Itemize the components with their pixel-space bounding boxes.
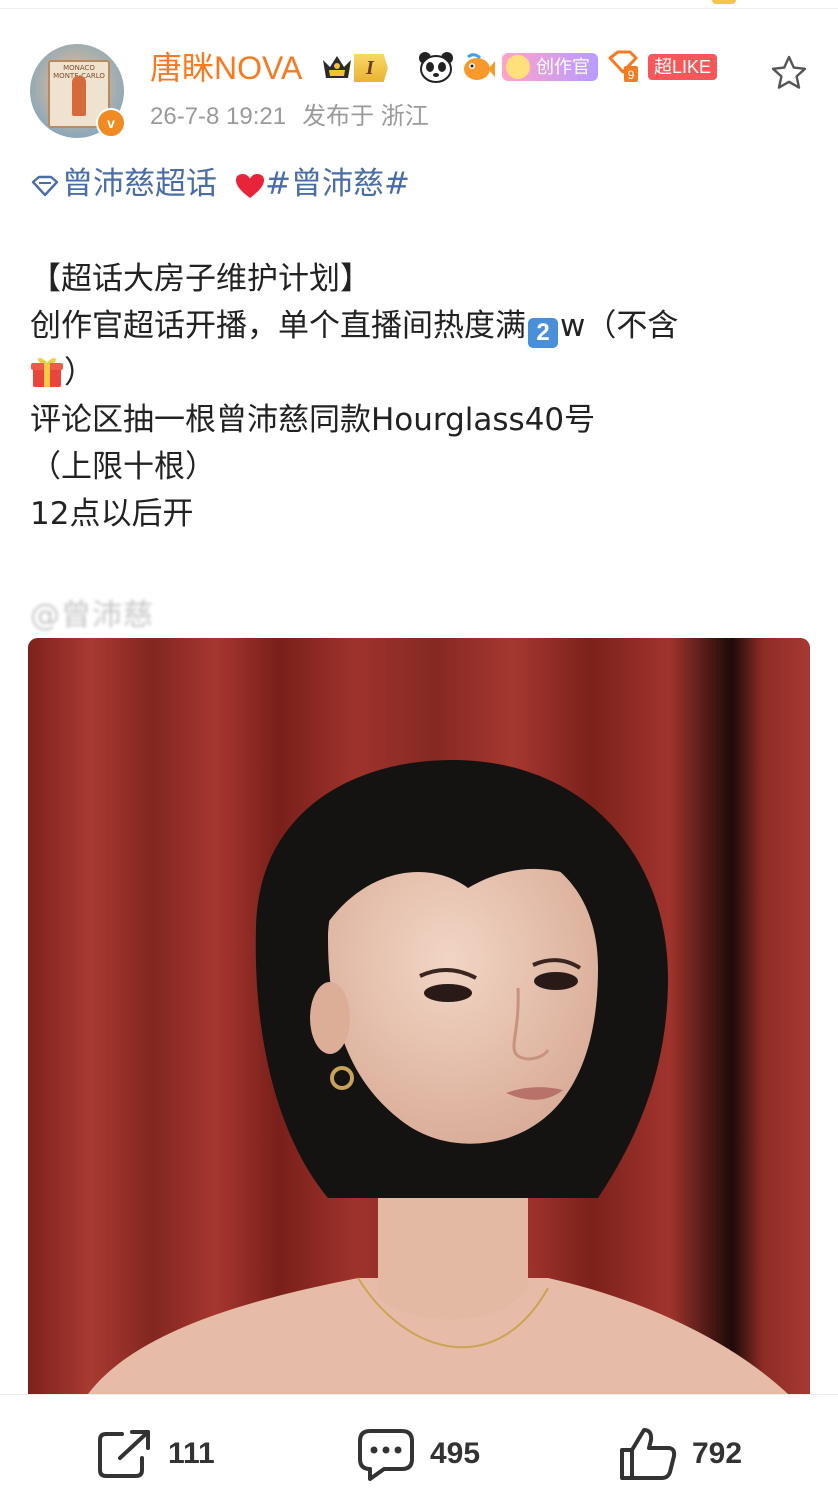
mention-link[interactable]: @曾沛慈 bbox=[30, 590, 154, 634]
post-line: 12点以后开 bbox=[30, 496, 194, 532]
post-line: 创作官超话开播，单个直播间热度满 2 w（不含 bbox=[30, 303, 810, 350]
post-meta: 26-7-8 19:21 发布于 浙江 bbox=[150, 100, 445, 134]
hashtag-link[interactable]: #曾沛慈# bbox=[265, 166, 410, 202]
crown-icon bbox=[323, 56, 351, 78]
panda-icon bbox=[419, 52, 453, 83]
post-line: （上限十根） bbox=[30, 449, 216, 485]
topic-line: 曾沛慈超话 #曾沛慈# bbox=[30, 164, 410, 204]
gem-icon: 9 bbox=[608, 50, 638, 82]
repost-button[interactable]: 111 bbox=[96, 1429, 215, 1479]
creator-badge: 创作官 bbox=[502, 53, 598, 81]
post-line: 【超话大房子维护计划】 bbox=[30, 261, 371, 297]
post-text-segment: w（不含 bbox=[560, 308, 679, 344]
avatar-figure bbox=[72, 76, 86, 116]
heart-icon bbox=[236, 173, 264, 198]
post-line: ） bbox=[30, 350, 810, 397]
verified-badge: v bbox=[96, 108, 126, 138]
repost-count: 111 bbox=[168, 1437, 215, 1470]
keycap-number-icon: 2 bbox=[528, 318, 558, 348]
comment-count: 495 bbox=[430, 1437, 481, 1470]
post-text-segment: ） bbox=[64, 355, 95, 391]
level-badge: I bbox=[354, 54, 388, 82]
fish-icon bbox=[464, 53, 495, 80]
portrait-photo bbox=[28, 638, 810, 1394]
post-text: 【超话大房子维护计划】 创作官超话开播，单个直播间热度满 2 w（不含 ） 评论区抽… bbox=[30, 256, 810, 538]
action-bar: 111 495 792 bbox=[0, 1394, 838, 1501]
supertopic-gem-icon bbox=[31, 175, 59, 196]
star-icon[interactable] bbox=[770, 54, 808, 92]
post-image[interactable] bbox=[28, 638, 810, 1394]
gift-icon bbox=[31, 358, 63, 387]
location: 发布于 浙江 bbox=[302, 103, 429, 130]
comment-button[interactable]: 495 bbox=[356, 1429, 481, 1481]
creator-badge-icon bbox=[506, 55, 530, 79]
creator-badge-label: 创作官 bbox=[536, 57, 590, 77]
post-text-segment: 创作官超话开播，单个直播间热度满 bbox=[30, 308, 526, 344]
thumbs-up-icon bbox=[620, 1428, 677, 1480]
super-like-badge: 超LIKE bbox=[648, 54, 718, 80]
repost-icon bbox=[98, 1430, 150, 1478]
top-peek-decoration bbox=[712, 0, 736, 4]
svg-text:9: 9 bbox=[628, 68, 635, 82]
post-line: 评论区抽一根曾沛慈同款Hourglass40号 bbox=[30, 402, 596, 438]
comment-icon bbox=[358, 1429, 414, 1481]
timestamp: 26-7-8 19:21 bbox=[150, 103, 287, 130]
username[interactable]: 唐眯NOVA bbox=[150, 48, 302, 88]
like-count: 792 bbox=[692, 1437, 743, 1470]
top-divider bbox=[0, 8, 838, 9]
supertopic-link[interactable]: 曾沛慈超话 bbox=[62, 166, 217, 202]
like-button[interactable]: 792 bbox=[618, 1428, 743, 1480]
